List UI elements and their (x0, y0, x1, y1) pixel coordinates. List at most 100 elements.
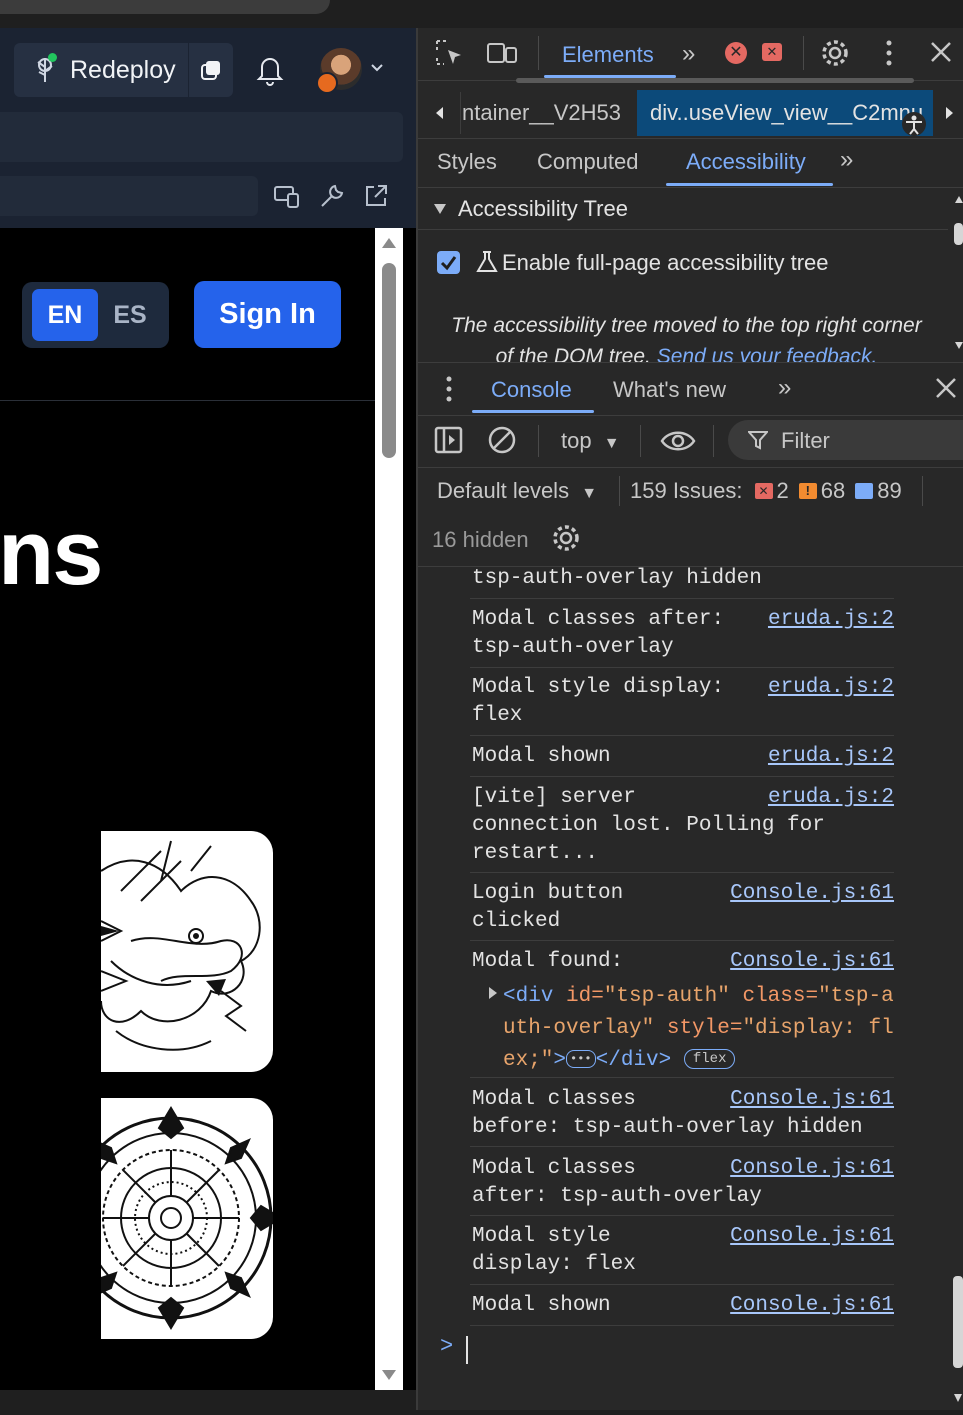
header-divider (0, 400, 375, 401)
more-drawer-tabs-icon[interactable]: » (778, 374, 791, 402)
gear-icon[interactable] (820, 38, 850, 68)
console-message: Modal style display: flex Console.js:61 (472, 1223, 894, 1279)
source-link[interactable]: eruda.js:2 (768, 743, 894, 771)
console-settings-gear-icon[interactable] (551, 523, 581, 553)
issues-counter[interactable]: 159 Issues: ✕ 2 ! 68 89 (630, 478, 902, 504)
dragon-tattoo-image[interactable] (101, 831, 273, 1072)
element-node[interactable]: <div id="tsp-auth" class="tsp-a uth-over… (503, 981, 898, 1077)
redeploy-label: Redeploy (70, 55, 176, 84)
copy-button[interactable] (188, 43, 233, 97)
avatar[interactable] (316, 48, 362, 94)
tools-row (0, 164, 416, 228)
filter-input[interactable]: Filter (728, 420, 963, 460)
issue-error-icon[interactable]: ✕ (762, 43, 782, 61)
full-page-tree-label: Enable full-page accessibility tree (502, 250, 829, 275)
bell-icon (256, 58, 284, 86)
accessibility-person-icon[interactable] (901, 112, 927, 136)
element-tag-gt: > (553, 1049, 567, 1072)
notifications-button[interactable] (254, 52, 286, 88)
experiment-flask-icon (476, 250, 498, 274)
filter-placeholder: Filter (781, 428, 830, 453)
accessibility-tree-title: Accessibility Tree (458, 196, 628, 221)
scroll-up-icon[interactable] (381, 236, 397, 250)
breadcrumb-scroll-right[interactable] (945, 106, 955, 125)
tab-console[interactable]: Console (491, 377, 572, 403)
console-input[interactable] (466, 1336, 468, 1364)
tab-accessibility[interactable]: Accessibility (686, 149, 806, 175)
breadcrumb-scroll-left[interactable] (420, 92, 461, 134)
scroll-down-icon[interactable] (381, 1368, 397, 1382)
sidebar-scrollbar[interactable] (954, 195, 963, 360)
url-field[interactable] (0, 176, 258, 216)
default-levels-select[interactable]: Default levels ▼ (437, 478, 597, 504)
expand-triangle-icon[interactable] (488, 986, 498, 1005)
flex-badge[interactable]: flex (683, 1049, 736, 1070)
console-message: Modal found: Console.js:61 (472, 948, 894, 976)
tab-whats-new[interactable]: What's new (613, 377, 726, 403)
dom-scrollbar[interactable] (516, 78, 914, 83)
source-link[interactable]: eruda.js:2 (768, 784, 894, 812)
clear-console-icon[interactable] (487, 425, 517, 455)
source-link[interactable]: Console.js:61 (730, 1223, 894, 1251)
element-val-style-cont: ex;" (503, 1049, 554, 1072)
page-scrollbar[interactable] (375, 228, 403, 1390)
inspect-element-icon[interactable] (434, 38, 464, 68)
element-attr-id: id= (566, 985, 604, 1008)
warning-issue-icon: ! (798, 483, 817, 499)
more-tabs-icon[interactable]: » (682, 40, 695, 68)
breadcrumb-item[interactable]: ntainer__V2H53 (462, 100, 621, 126)
hero-heading: ns (0, 502, 103, 604)
console-sidebar-icon[interactable] (434, 425, 464, 455)
close-devtools-icon[interactable] (929, 40, 953, 64)
element-tag-open: <div (503, 985, 567, 1008)
source-link[interactable]: Console.js:61 (730, 1155, 894, 1183)
source-link[interactable]: Console.js:61 (730, 948, 894, 976)
more-subtabs-icon[interactable]: » (840, 146, 853, 174)
sign-in-button[interactable]: Sign In (194, 281, 341, 348)
redeploy-button[interactable]: Redeploy (14, 43, 188, 97)
kebab-menu-icon[interactable] (886, 40, 892, 66)
ellipsis-icon[interactable]: ••• (566, 1050, 596, 1069)
chevron-down-icon[interactable] (368, 58, 386, 76)
drawer-menu-icon[interactable] (446, 376, 452, 402)
tab-styles[interactable]: Styles (437, 149, 497, 175)
device-preview-icon[interactable] (273, 182, 301, 210)
source-link[interactable]: eruda.js:2 (768, 674, 894, 702)
console-scrollbar[interactable] (953, 1276, 963, 1410)
tab-computed[interactable]: Computed (537, 149, 639, 175)
element-val-style: "display: fl (742, 1017, 894, 1040)
filter-icon (748, 431, 768, 450)
notice-line-1: The accessibility tree moved to the top … (451, 314, 922, 337)
triangle-down-icon (434, 204, 446, 214)
tab-elements[interactable]: Elements (562, 42, 654, 68)
scrollbar-thumb[interactable] (382, 263, 396, 458)
context-select[interactable]: top ▼ (561, 428, 620, 454)
close-drawer-icon[interactable] (935, 377, 957, 399)
source-link[interactable]: Console.js:61 (730, 1292, 894, 1320)
copy-icon (201, 61, 220, 80)
breadcrumb-item-selected[interactable]: div..useView_view__C2mnu (637, 90, 933, 136)
element-attr-style: style= (654, 1017, 743, 1040)
address-bar[interactable] (0, 112, 403, 162)
console-prompt-icon: > (440, 1334, 454, 1359)
console-message: Modal shown eruda.js:2 (472, 743, 894, 771)
element-attr-class: class= (729, 985, 819, 1008)
status-badge (316, 72, 338, 94)
source-link[interactable]: Console.js:61 (730, 1086, 894, 1114)
wrench-icon[interactable] (318, 182, 346, 210)
error-icon[interactable]: ✕ (725, 42, 747, 64)
check-icon (440, 256, 457, 271)
mandala-tattoo-image[interactable] (101, 1098, 273, 1339)
console-message-text: Modal found: (472, 950, 624, 973)
accessibility-tree-header[interactable]: Accessibility Tree (418, 187, 948, 230)
lang-en-button[interactable]: EN (32, 289, 98, 341)
device-toolbar-icon[interactable] (486, 38, 517, 68)
eye-icon[interactable] (660, 428, 696, 454)
lang-es-button[interactable]: ES (100, 289, 160, 341)
dropdown-arrow-icon: ▼ (581, 485, 598, 502)
source-link[interactable]: eruda.js:2 (768, 606, 894, 634)
source-link[interactable]: Console.js:61 (730, 880, 894, 908)
error-issue-icon: ✕ (754, 483, 773, 499)
open-external-icon[interactable] (362, 182, 390, 210)
full-page-tree-checkbox[interactable] (437, 251, 460, 274)
